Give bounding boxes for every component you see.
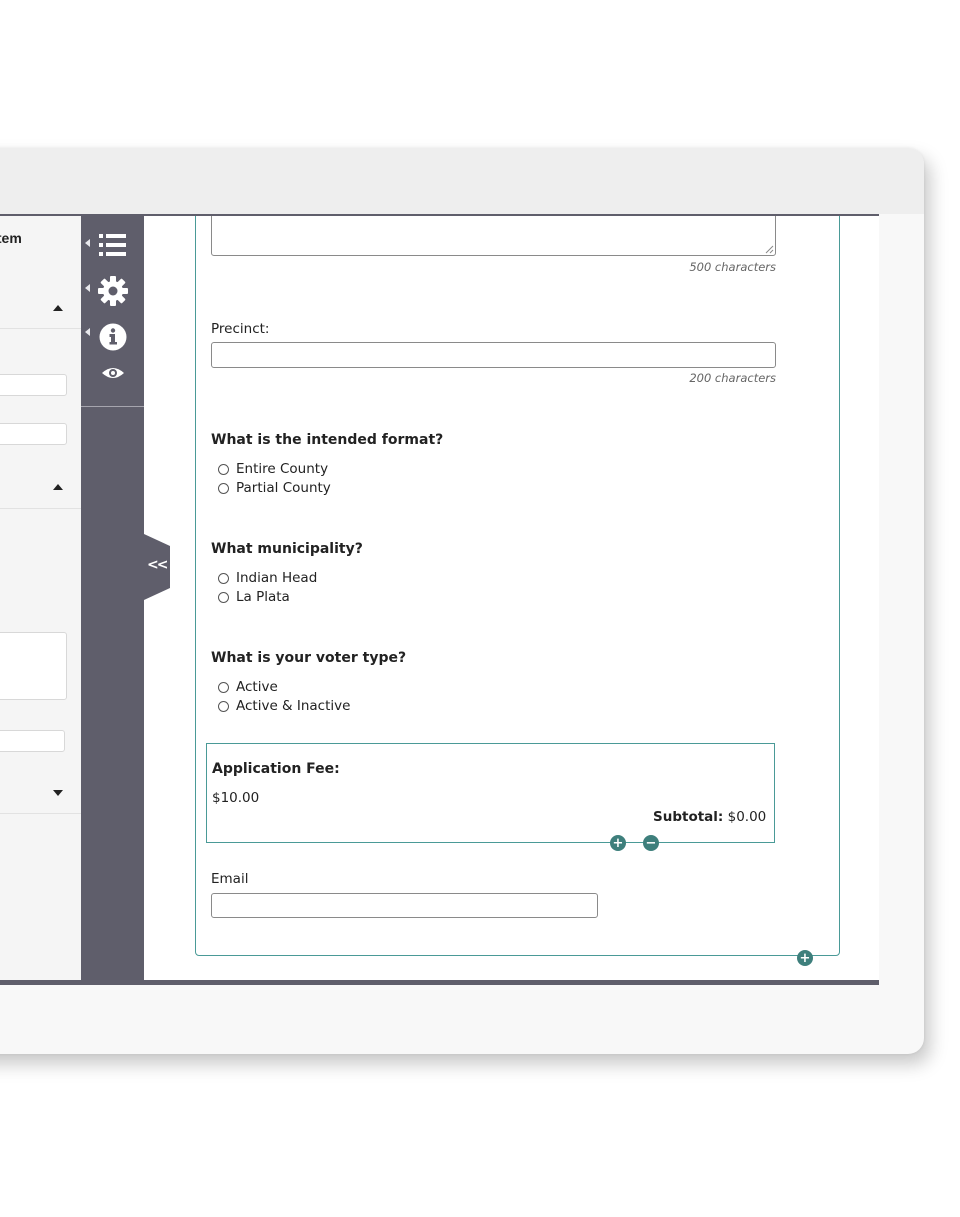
property-textarea[interactable]	[0, 632, 67, 700]
properties-panel: Item	[0, 216, 81, 980]
list-icon[interactable]	[93, 226, 133, 264]
option-label: La Plata	[236, 589, 290, 605]
radio-button[interactable]	[218, 463, 229, 475]
gear-icon[interactable]	[93, 272, 133, 310]
voter-type-option[interactable]: Active & Inactive	[218, 698, 350, 714]
character-limit-hint: 200 characters	[689, 371, 776, 385]
subtotal-label: Subtotal:	[653, 809, 724, 825]
option-label: Active	[236, 679, 278, 695]
option-label: Partial County	[236, 480, 331, 496]
plus-icon: +	[612, 835, 624, 851]
option-label: Indian Head	[236, 570, 318, 586]
municipality-option[interactable]: La Plata	[218, 589, 290, 605]
property-input[interactable]	[0, 730, 65, 752]
character-limit-hint: 500 characters	[689, 260, 776, 274]
voter-type-question: What is your voter type?	[211, 650, 407, 666]
property-input[interactable]	[0, 374, 67, 396]
add-row-button[interactable]: +	[610, 835, 626, 851]
expand-caret-icon	[85, 239, 90, 247]
remove-row-button[interactable]: −	[643, 835, 659, 851]
radio-button[interactable]	[218, 572, 229, 584]
application-fee-section[interactable]	[206, 743, 775, 843]
plus-icon: +	[799, 950, 811, 966]
minus-icon: −	[645, 835, 657, 851]
option-label: Active & Inactive	[236, 698, 351, 714]
comment-textarea[interactable]	[211, 216, 776, 256]
subtotal: Subtotal: $0.00	[653, 809, 766, 825]
municipality-option[interactable]: Indian Head	[218, 570, 317, 586]
info-icon[interactable]	[93, 318, 133, 356]
panel-title: Item	[0, 230, 22, 246]
collapse-section-icon[interactable]	[53, 305, 63, 311]
format-question: What is the intended format?	[211, 432, 444, 448]
radio-button[interactable]	[218, 482, 229, 494]
divider	[0, 508, 81, 509]
option-label: Entire County	[236, 461, 329, 477]
subtotal-value: $0.00	[727, 809, 767, 825]
municipality-question: What municipality?	[211, 541, 363, 557]
voter-type-option[interactable]: Active	[218, 679, 278, 695]
divider	[0, 813, 81, 814]
email-input[interactable]	[211, 893, 598, 918]
format-option[interactable]: Partial County	[218, 480, 331, 496]
collapse-panel-button[interactable]: <<	[147, 557, 169, 573]
email-label: Email	[211, 871, 249, 887]
editor-content: Item	[0, 214, 879, 985]
expand-section-icon[interactable]	[53, 790, 63, 796]
expand-caret-icon	[85, 284, 90, 292]
radio-button[interactable]	[218, 591, 229, 603]
fee-label: Application Fee:	[212, 761, 340, 777]
radio-button[interactable]	[218, 700, 229, 712]
precinct-label: Precinct:	[211, 321, 270, 337]
add-section-button[interactable]: +	[797, 950, 813, 966]
radio-button[interactable]	[218, 681, 229, 693]
resize-handle-icon[interactable]	[765, 245, 774, 254]
app-window: Item	[0, 148, 924, 1054]
property-input[interactable]	[0, 423, 67, 445]
eye-icon[interactable]	[93, 354, 133, 392]
divider	[0, 328, 81, 329]
window-titlebar	[0, 148, 924, 214]
collapse-section-icon[interactable]	[53, 484, 63, 490]
precinct-input[interactable]	[211, 342, 776, 368]
tool-sidebar	[81, 216, 144, 980]
fee-amount: $10.00	[212, 790, 260, 806]
expand-caret-icon	[85, 328, 90, 336]
tool-icons-group	[81, 216, 144, 407]
format-option[interactable]: Entire County	[218, 461, 328, 477]
